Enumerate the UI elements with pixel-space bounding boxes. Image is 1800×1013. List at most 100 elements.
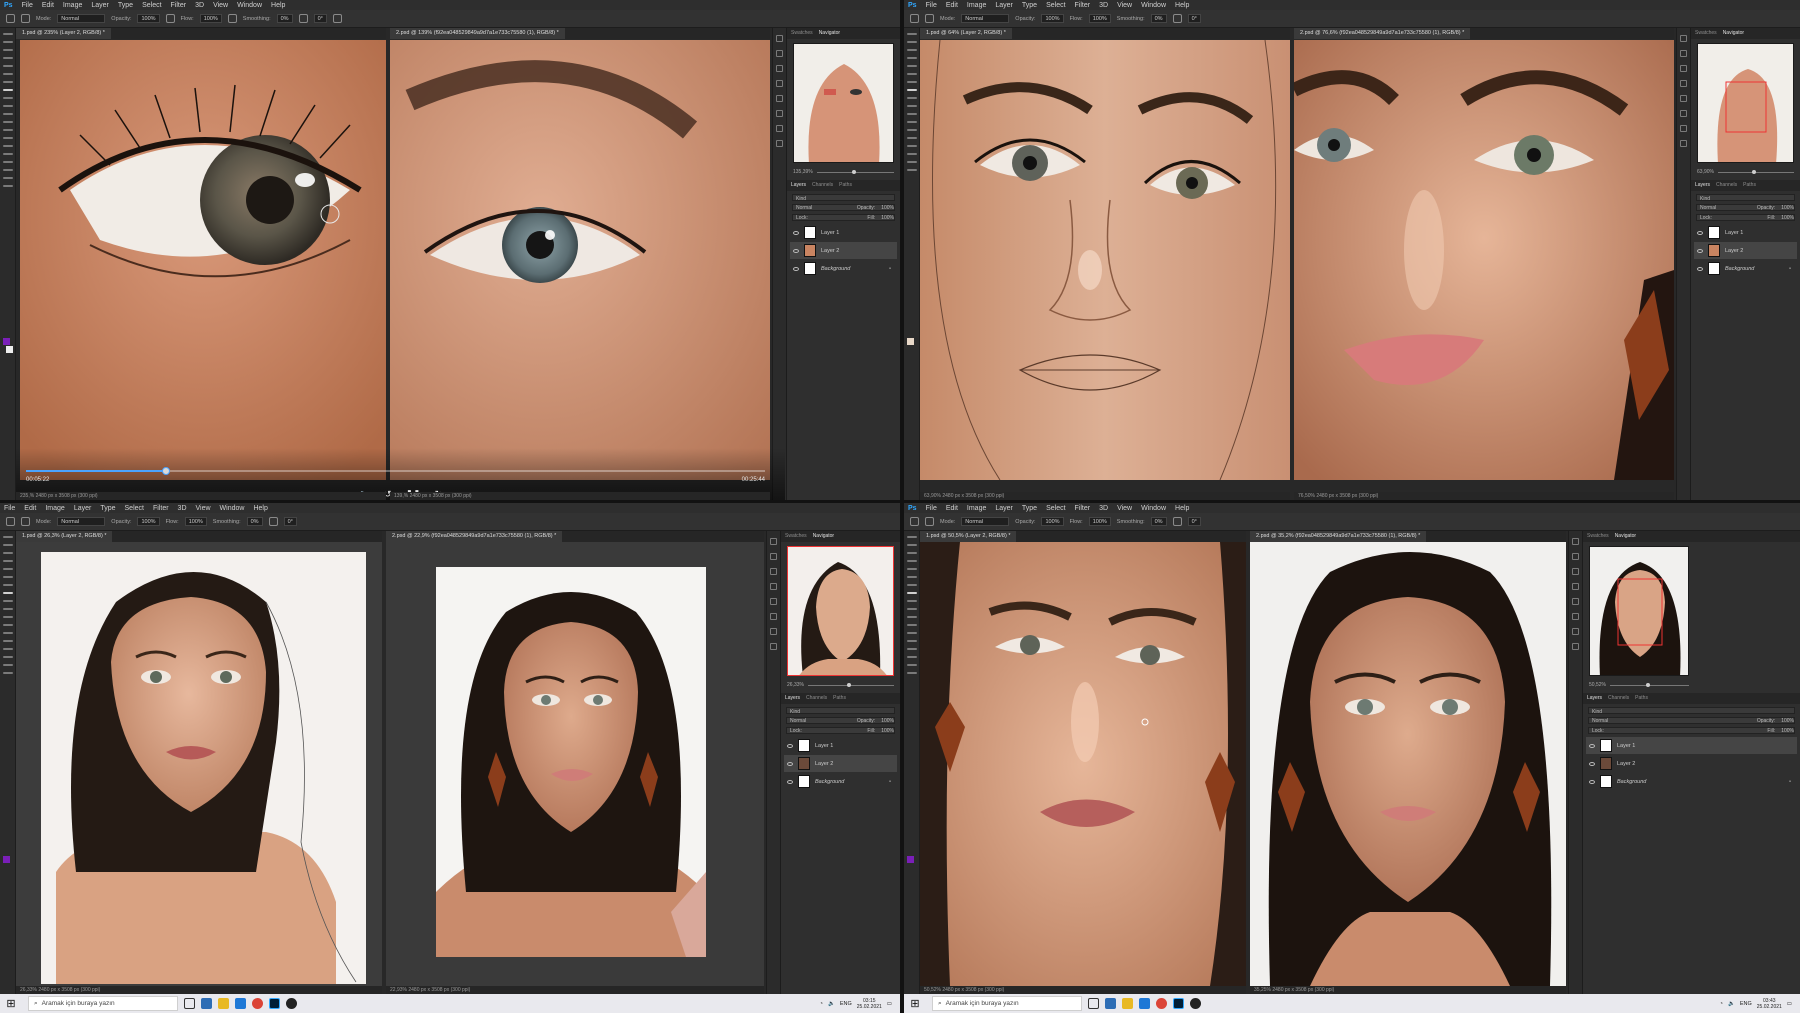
gradient-tool-icon[interactable] [3, 616, 13, 618]
taskbar-search-box[interactable]: ⌕Aramak için buraya yazın [932, 996, 1082, 1011]
menu-image[interactable]: Image [967, 2, 986, 9]
menu-filter[interactable]: Filter [1075, 505, 1091, 512]
tab-navigator[interactable]: Navigator [1723, 28, 1744, 39]
pen-tool-icon[interactable] [907, 137, 917, 139]
hand-tool-icon[interactable] [907, 161, 917, 163]
tab-layers[interactable]: Layers [785, 693, 800, 704]
taskbar-clock[interactable]: 03:4325.02.2021 [1757, 998, 1782, 1010]
tab-swatches[interactable]: Swatches [1695, 28, 1717, 39]
language-indicator[interactable]: ENG [840, 1001, 852, 1007]
foreground-color-swatch[interactable] [3, 338, 10, 345]
clone-stamp-tool-icon[interactable] [907, 600, 917, 602]
type-tool-icon[interactable] [907, 648, 917, 650]
canvas-reference[interactable] [386, 542, 764, 986]
foreground-color-swatch[interactable] [3, 856, 10, 863]
paragraph-icon[interactable] [770, 613, 777, 620]
info-icon[interactable] [776, 65, 783, 72]
properties-icon[interactable] [776, 140, 783, 147]
tools-icon[interactable] [770, 628, 777, 635]
canvas-reference[interactable] [1250, 542, 1566, 986]
menu-view[interactable]: View [1117, 505, 1132, 512]
menu-3d[interactable]: 3D [1099, 2, 1108, 9]
background-color-swatch[interactable] [6, 346, 13, 353]
tab-paths[interactable]: Paths [839, 180, 852, 191]
layer-row-background[interactable]: Background▪ [790, 260, 897, 277]
symmetry-icon[interactable] [333, 14, 342, 23]
zoom-value[interactable]: 135,39% [793, 169, 813, 175]
menu-3d[interactable]: 3D [195, 2, 204, 9]
layer-row-background[interactable]: Background▪ [1694, 260, 1797, 277]
home-icon[interactable] [6, 517, 15, 526]
brush-settings-icon[interactable] [1680, 80, 1687, 87]
type-tool-icon[interactable] [3, 153, 13, 155]
menu-file[interactable]: File [926, 2, 937, 9]
wifi-icon[interactable]: ◔ [820, 1001, 823, 1007]
menu-help[interactable]: Help [271, 2, 285, 9]
flow-field[interactable]: 100% [1089, 14, 1111, 23]
healing-tool-icon[interactable] [907, 81, 917, 83]
menu-file[interactable]: File [4, 505, 15, 512]
layer-row-layer-2[interactable]: Layer 2 [790, 242, 897, 259]
character-icon[interactable] [776, 95, 783, 102]
layer-row-layer-2[interactable]: Layer 2 [1694, 242, 1797, 259]
eraser-tool-icon[interactable] [907, 608, 917, 610]
shape-tool-icon[interactable] [907, 153, 917, 155]
opacity-field[interactable]: 100% [1041, 517, 1063, 526]
chrome-icon[interactable] [1156, 998, 1167, 1009]
tab-layers[interactable]: Layers [791, 180, 806, 191]
menu-select[interactable]: Select [1046, 2, 1065, 9]
hand-tool-icon[interactable] [3, 664, 13, 666]
paragraph-icon[interactable] [776, 110, 783, 117]
brush-tool-icon[interactable] [21, 14, 30, 23]
menu-image[interactable]: Image [45, 505, 64, 512]
brush-tool-icon[interactable] [925, 14, 934, 23]
wifi-icon[interactable]: ◔ [1720, 1001, 1723, 1007]
info-icon[interactable] [770, 568, 777, 575]
tab-navigator[interactable]: Navigator [1615, 531, 1636, 542]
adjustments-icon[interactable] [770, 553, 777, 560]
eyedropper-tool-icon[interactable] [3, 576, 13, 578]
obs-icon[interactable] [1190, 998, 1201, 1009]
zoom-slider[interactable] [1718, 172, 1794, 173]
obs-icon[interactable] [286, 998, 297, 1009]
healing-tool-icon[interactable] [3, 81, 13, 83]
quick-select-tool-icon[interactable] [3, 560, 13, 562]
healing-tool-icon[interactable] [907, 584, 917, 586]
pen-tool-icon[interactable] [3, 640, 13, 642]
hand-tool-icon[interactable] [3, 177, 13, 179]
dodge-tool-icon[interactable] [907, 632, 917, 634]
character-icon[interactable] [1680, 95, 1687, 102]
type-tool-icon[interactable] [907, 145, 917, 147]
tab-document-2[interactable]: 2.psd @ 22,9% (f92ea048529849a9d7a1e733c… [386, 531, 562, 542]
angle-field[interactable]: 0° [1188, 517, 1201, 526]
canvas-painting[interactable] [920, 542, 1246, 986]
mail-icon[interactable] [1139, 998, 1150, 1009]
menu-edit[interactable]: Edit [946, 505, 958, 512]
visibility-eye-icon[interactable] [787, 762, 793, 766]
smoothing-field[interactable]: 0% [1151, 517, 1167, 526]
tools-icon[interactable] [1680, 125, 1687, 132]
menu-filter[interactable]: Filter [153, 505, 169, 512]
layer-row-layer-1[interactable]: Layer 1 [790, 224, 897, 241]
blend-mode-select[interactable]: Normal [790, 718, 806, 723]
path-select-tool-icon[interactable] [3, 161, 13, 163]
lasso-tool-icon[interactable] [907, 49, 917, 51]
foreground-color-swatch[interactable] [907, 856, 914, 863]
layer-opacity-field[interactable]: 100% [1781, 205, 1794, 210]
move-tool-icon[interactable] [3, 536, 13, 538]
fill-field[interactable]: 100% [1781, 215, 1794, 220]
eraser-tool-icon[interactable] [3, 113, 13, 115]
zoom-value[interactable]: 50,52% [1589, 682, 1606, 688]
menu-edit[interactable]: Edit [24, 505, 36, 512]
quick-select-tool-icon[interactable] [3, 57, 13, 59]
menu-file[interactable]: File [926, 505, 937, 512]
tools-icon[interactable] [776, 125, 783, 132]
blur-tool-icon[interactable] [907, 121, 917, 123]
visibility-eye-icon[interactable] [1589, 744, 1595, 748]
fill-field[interactable]: 100% [881, 728, 894, 733]
history-icon[interactable] [770, 538, 777, 545]
layer-row-layer-2[interactable]: Layer 2 [1586, 755, 1797, 772]
angle-field[interactable]: 0° [314, 14, 327, 23]
home-icon[interactable] [6, 14, 15, 23]
move-tool-icon[interactable] [907, 33, 917, 35]
